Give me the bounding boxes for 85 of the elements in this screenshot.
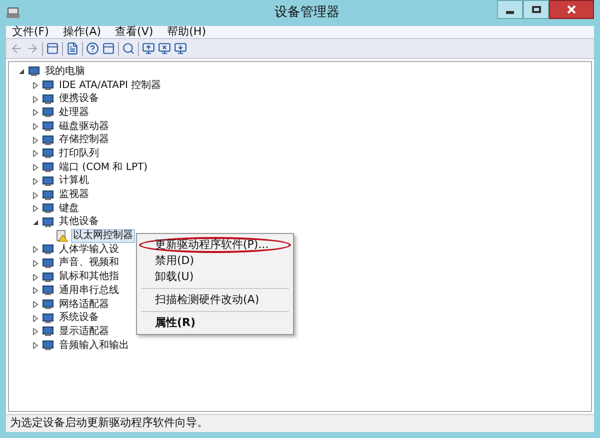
menu-item[interactable]: 帮助(H) bbox=[167, 26, 206, 38]
status-bar: 为选定设备启动更新驱动程序软件向导。 bbox=[6, 414, 594, 432]
tree-item[interactable]: 键盘 bbox=[57, 202, 81, 216]
device-icon bbox=[42, 94, 54, 105]
tree-item[interactable]: 鼠标和其他指 bbox=[57, 270, 121, 284]
expand-arrow-icon[interactable] bbox=[32, 178, 38, 185]
tree-item[interactable]: 便携设备 bbox=[57, 92, 101, 106]
expand-arrow-icon[interactable] bbox=[32, 136, 38, 144]
menu-item[interactable]: 查看(V) bbox=[115, 26, 154, 38]
menu-item[interactable]: 更新驱动程序软件(P)... bbox=[139, 237, 291, 253]
expand-arrow-icon[interactable] bbox=[32, 314, 38, 322]
expand-arrow-icon[interactable] bbox=[32, 82, 38, 90]
device-icon bbox=[42, 80, 54, 92]
menu-item[interactable]: 属性(R) bbox=[139, 315, 291, 331]
maximize-button[interactable] bbox=[523, 0, 549, 19]
device-icon bbox=[42, 107, 54, 118]
tree-item[interactable]: 监视器 bbox=[57, 188, 91, 202]
collapse-arrow-icon[interactable] bbox=[18, 68, 24, 76]
tree-item[interactable]: 磁盘驱动器 bbox=[57, 120, 111, 134]
device-icon bbox=[42, 216, 54, 228]
window-icon[interactable] bbox=[102, 42, 115, 55]
tree-item[interactable]: 存储控制器 bbox=[57, 133, 111, 148]
device-icon bbox=[42, 312, 54, 324]
expand-arrow-icon[interactable] bbox=[32, 274, 38, 281]
collapse-arrow-icon[interactable] bbox=[32, 218, 38, 226]
monitor-remove-icon[interactable] bbox=[158, 42, 171, 55]
expand-arrow-icon[interactable] bbox=[32, 96, 38, 103]
close-button[interactable] bbox=[549, 0, 594, 19]
tree-item[interactable]: 显示适配器 bbox=[57, 324, 111, 339]
device-icon bbox=[42, 121, 54, 132]
tree-item[interactable]: 系统设备 bbox=[57, 311, 101, 326]
device-icon bbox=[42, 176, 54, 187]
device-icon bbox=[42, 285, 54, 296]
expand-arrow-icon[interactable] bbox=[32, 246, 38, 254]
tree-item[interactable]: 端口 (COM 和 LPT) bbox=[57, 160, 150, 175]
monitor-update-icon[interactable] bbox=[142, 42, 155, 55]
minimize-button[interactable] bbox=[497, 0, 523, 19]
expand-arrow-icon[interactable] bbox=[32, 260, 38, 267]
tree-item[interactable]: 音频输入和输出 bbox=[57, 338, 131, 353]
expand-arrow-icon[interactable] bbox=[32, 164, 38, 172]
menu-item[interactable]: 扫描检测硬件改动(A) bbox=[139, 292, 291, 308]
document-icon[interactable] bbox=[66, 42, 79, 55]
expand-arrow-icon[interactable] bbox=[32, 205, 38, 212]
expand-arrow-icon[interactable] bbox=[32, 109, 38, 116]
device-icon bbox=[42, 162, 54, 174]
menu-item[interactable]: 禁用(D) bbox=[139, 253, 291, 269]
tree-item[interactable]: 网络适配器 bbox=[57, 298, 111, 312]
expand-arrow-icon[interactable] bbox=[32, 287, 38, 294]
expand-arrow-icon[interactable] bbox=[32, 192, 38, 199]
help-icon[interactable] bbox=[86, 42, 99, 55]
close-icon bbox=[567, 5, 576, 14]
tree-item[interactable]: 计算机 bbox=[57, 174, 91, 188]
app-icon bbox=[6, 7, 20, 19]
tree-item[interactable]: 以太网控制器 bbox=[71, 229, 135, 244]
device-icon bbox=[42, 326, 54, 338]
tree-item[interactable]: 我的电脑 bbox=[43, 64, 87, 79]
tree-item[interactable]: 处理器 bbox=[57, 106, 91, 120]
device-icon bbox=[28, 66, 40, 78]
menu-item[interactable]: 卸载(U) bbox=[139, 269, 291, 285]
device-icon bbox=[42, 299, 54, 310]
menu-item[interactable]: 操作(A) bbox=[62, 26, 102, 38]
device-icon bbox=[42, 244, 54, 256]
tree-item[interactable]: 其他设备 bbox=[57, 215, 101, 230]
device-icon bbox=[42, 340, 54, 352]
tree-item[interactable]: 人体学输入设 bbox=[57, 242, 121, 257]
tree-item[interactable]: 通用串行总线 bbox=[57, 284, 121, 298]
tree-item[interactable]: 打印队列 bbox=[57, 146, 101, 161]
device-icon bbox=[42, 148, 54, 160]
expand-arrow-icon[interactable] bbox=[32, 328, 38, 336]
window-title: 设备管理器 bbox=[274, 4, 340, 22]
device-icon bbox=[42, 203, 54, 214]
expand-arrow-icon[interactable] bbox=[32, 342, 38, 350]
menu-item[interactable]: 文件(F) bbox=[12, 26, 49, 38]
scan-icon[interactable] bbox=[122, 42, 135, 55]
tree-item[interactable]: 声音、视频和 bbox=[57, 256, 121, 270]
expand-arrow-icon[interactable] bbox=[32, 301, 38, 308]
monitor-download-icon[interactable] bbox=[174, 42, 187, 55]
expand-arrow-icon[interactable] bbox=[32, 123, 38, 130]
expand-arrow-icon[interactable] bbox=[32, 150, 38, 158]
device-icon bbox=[42, 258, 54, 269]
window-icon[interactable] bbox=[46, 42, 59, 55]
device-icon bbox=[42, 272, 54, 283]
tree-item[interactable]: IDE ATA/ATAPI 控制器 bbox=[57, 78, 164, 93]
device-icon bbox=[42, 190, 54, 201]
device-icon bbox=[42, 134, 54, 146]
